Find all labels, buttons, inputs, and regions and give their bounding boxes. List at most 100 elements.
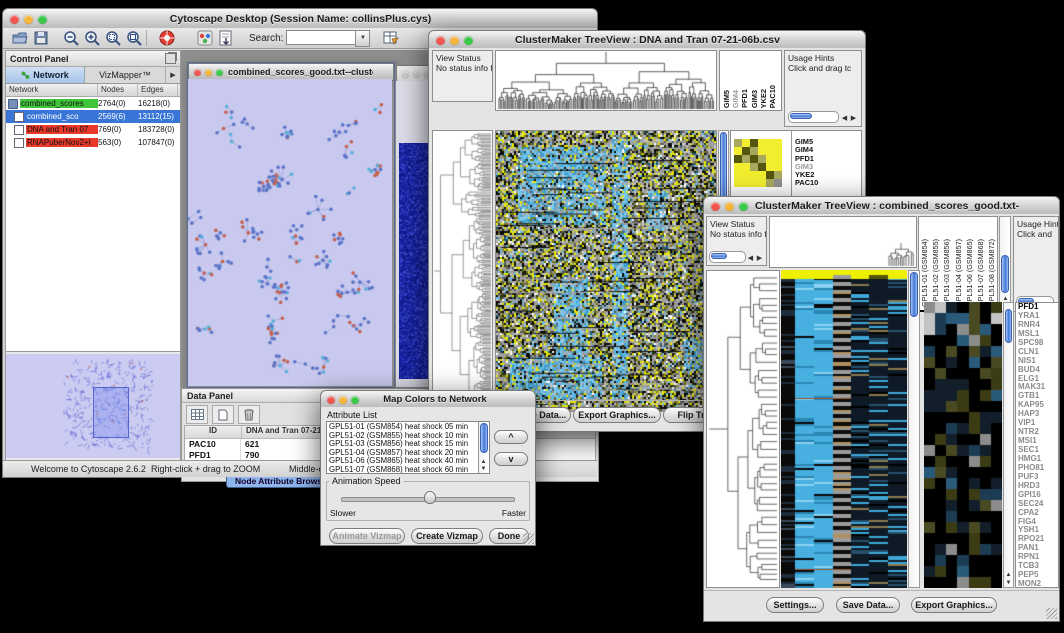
scroll-left-arrow[interactable]: ◀ — [746, 256, 755, 262]
move-down-button[interactable]: v — [494, 452, 528, 466]
gene-label[interactable]: MON2 — [1018, 580, 1045, 588]
search-input[interactable] — [286, 30, 355, 45]
tv2-gene-list[interactable]: PFD1YRA1RNR4MSL1SPC98CLN1NIS1BUD4ELG1MAK… — [1015, 302, 1059, 588]
column-header-nodes[interactable]: Nodes — [98, 84, 138, 96]
tab-vizmapper[interactable]: VizMapper™ — [85, 67, 166, 83]
network-list-row[interactable]: combined_sco2569(6)13112(15) — [6, 110, 180, 123]
new-document-icon — [218, 409, 228, 421]
matrix-cell — [774, 139, 782, 147]
animation-speed-group: Animation Speed Slower Faster — [326, 481, 530, 521]
tv2-heatmap-vscrollbar[interactable] — [908, 270, 920, 588]
network-list-row[interactable]: combined_scores2764(0)16218(0) — [6, 97, 180, 110]
column-header-edges[interactable]: Edges — [138, 84, 178, 96]
column-header-network[interactable]: Network — [6, 84, 98, 96]
scroll-down-arrow[interactable]: ▼ — [1004, 580, 1013, 586]
scroll-right-arrow[interactable]: ▶ — [849, 116, 858, 122]
network-overview-panel[interactable] — [6, 354, 180, 458]
minimize-button[interactable] — [413, 71, 420, 78]
tv2-column-dendrogram[interactable] — [769, 216, 917, 268]
zoom-out-icon[interactable] — [62, 29, 80, 47]
network-view-canvas[interactable] — [188, 79, 392, 386]
zoom-button[interactable] — [38, 15, 47, 24]
button-settings-[interactable]: Settings... — [766, 597, 824, 613]
create-vizmap-button[interactable]: Create Vizmap — [411, 528, 483, 544]
minimize-button[interactable] — [205, 69, 212, 76]
scroll-down-arrow[interactable]: ▼ — [479, 466, 488, 472]
tv1-main-heatmap[interactable] — [495, 130, 717, 412]
overview-viewport-rect[interactable] — [93, 387, 129, 438]
vizmapper-icon[interactable] — [196, 29, 214, 47]
attribute-list[interactable]: GPL51-01 (GSM854) heat shock 05 minGPL51… — [326, 421, 490, 474]
import-attributes-icon[interactable] — [217, 29, 235, 47]
search-dropdown-arrow[interactable]: ▼ — [355, 30, 370, 47]
float-panel-icon[interactable] — [165, 53, 176, 64]
resize-grip[interactable] — [523, 533, 534, 544]
zoom-selected-icon[interactable] — [104, 29, 122, 47]
table-edit-icon[interactable] — [382, 29, 400, 47]
minimize-button[interactable] — [450, 36, 459, 45]
column-label: GPL51-08 (GSM872) — [987, 239, 996, 307]
tv2-zoom-heatmap[interactable] — [924, 302, 1002, 588]
button-save-data-[interactable]: Save Data... — [836, 597, 900, 613]
tv2-main-heatmap[interactable] — [781, 270, 907, 588]
scroll-up-arrow[interactable]: ▲ — [479, 459, 488, 465]
zoom-button[interactable] — [464, 36, 473, 45]
tv1-row-dendrogram[interactable] — [432, 130, 493, 412]
main-titlebar[interactable]: Cytoscape Desktop (Session Name: collins… — [2, 8, 598, 30]
animate-vizmap-button[interactable]: Animate Vizmap — [329, 528, 405, 544]
zoom-button[interactable] — [739, 202, 748, 211]
tv2-labels-vscrollbar[interactable]: ▲ ▼ — [999, 216, 1011, 312]
button-export-graphics-[interactable]: Export Graphics... — [911, 597, 997, 613]
close-button[interactable] — [327, 396, 335, 404]
usage-hscrollbar[interactable] — [788, 111, 839, 123]
zoom-button[interactable] — [216, 69, 223, 76]
close-button[interactable] — [194, 69, 201, 76]
save-icon[interactable] — [32, 29, 50, 47]
tab-scroll-arrow[interactable]: ▶ — [166, 67, 180, 83]
scrollbar-thumb[interactable] — [1001, 255, 1009, 293]
speed-slider-thumb[interactable] — [424, 491, 436, 504]
tv1-column-dendrogram[interactable] — [495, 50, 717, 111]
new-attribute-button[interactable] — [212, 405, 234, 424]
id-column-header[interactable]: ID — [185, 426, 242, 438]
minimize-button[interactable] — [24, 15, 33, 24]
scroll-up-arrow[interactable]: ▲ — [1004, 572, 1013, 578]
close-button[interactable] — [711, 202, 720, 211]
column-label: PAC10 — [768, 85, 777, 108]
zoom-in-icon[interactable] — [83, 29, 101, 47]
close-button[interactable] — [402, 71, 409, 78]
close-button[interactable] — [10, 15, 19, 24]
minimize-button[interactable] — [339, 396, 347, 404]
minimize-button[interactable] — [725, 202, 734, 211]
delete-attribute-button[interactable] — [238, 405, 260, 424]
scrollbar-thumb[interactable] — [910, 272, 918, 317]
select-attributes-button[interactable] — [186, 405, 208, 424]
help-lifering-icon[interactable] — [158, 29, 176, 47]
zoom-button[interactable] — [351, 396, 359, 404]
view-status-hscrollbar[interactable] — [709, 251, 746, 263]
scrollbar-thumb[interactable] — [790, 113, 812, 119]
open-file-icon[interactable] — [11, 29, 29, 47]
network-list-row[interactable]: DNA and Tran 07769(0)183728(0) — [6, 123, 180, 136]
scroll-right-arrow[interactable]: ▶ — [755, 256, 764, 262]
tab-network[interactable]: Network — [6, 67, 85, 83]
scrollbar-thumb[interactable] — [1005, 309, 1012, 343]
view-status-text: No status info f — [436, 63, 489, 73]
attribute-list-vscrollbar[interactable]: ▲ ▼ — [478, 422, 489, 473]
tv2-row-dendrogram[interactable] — [706, 270, 780, 588]
matrix-cell — [742, 163, 750, 171]
scroll-left-arrow[interactable]: ◀ — [840, 116, 849, 122]
attribute-item[interactable]: GPL51-07 (GSM868) heat shock 60 min — [329, 466, 477, 475]
move-up-button[interactable]: ^ — [494, 430, 528, 444]
tv1-zoom-heatmap[interactable] — [734, 139, 782, 187]
button-export-graphics-[interactable]: Export Graphics... — [573, 407, 661, 423]
scrollbar-thumb[interactable] — [711, 253, 727, 259]
treeview1-titlebar[interactable]: ClusterMaker TreeView : DNA and Tran 07-… — [428, 30, 866, 50]
treeview2-titlebar[interactable]: ClusterMaker TreeView : combined_scores_… — [703, 196, 1060, 216]
tv2-genes-vscrollbar[interactable]: ▲ ▼ — [1003, 302, 1014, 588]
zoom-fit-icon[interactable] — [125, 29, 143, 47]
resize-grip[interactable] — [1046, 608, 1057, 619]
search-combobox[interactable]: ▼ — [286, 30, 370, 47]
scrollbar-thumb[interactable] — [480, 423, 488, 453]
close-button[interactable] — [436, 36, 445, 45]
